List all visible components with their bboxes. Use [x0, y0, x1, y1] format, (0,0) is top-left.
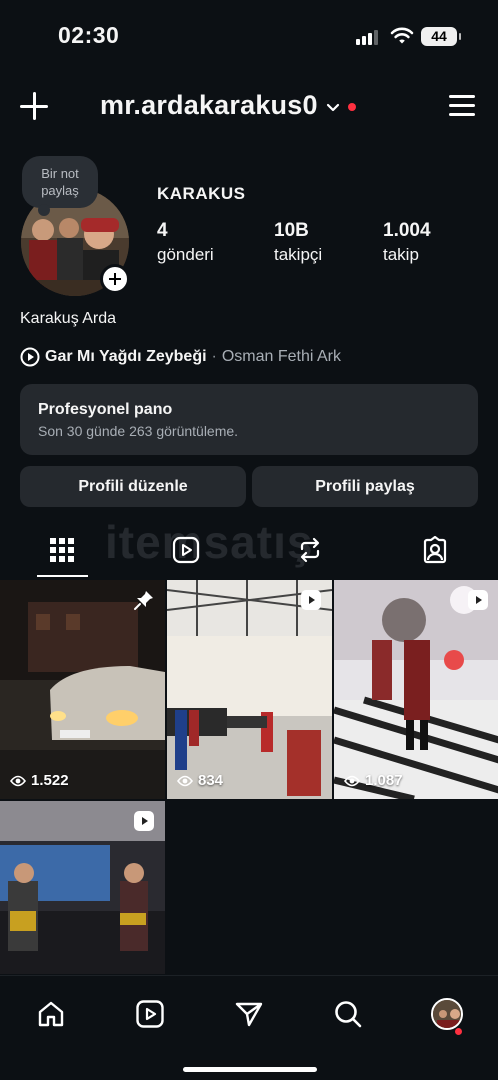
stat-following[interactable]: 1.004 takip — [383, 220, 431, 265]
grid-post[interactable]: 1.087 — [334, 580, 498, 799]
display-name: KARAKUS — [157, 184, 246, 203]
username: mr.ardakarakus0 — [100, 90, 318, 120]
post-views-count: 1.522 — [31, 772, 69, 789]
post-thumbnail — [334, 580, 498, 799]
search-icon — [335, 1001, 362, 1028]
reels-icon — [172, 536, 200, 564]
send-icon — [235, 1002, 263, 1027]
post-views: 834 — [177, 772, 223, 789]
notification-dot — [347, 102, 356, 111]
eye-icon — [344, 775, 360, 786]
grid-post[interactable] — [0, 801, 165, 974]
tagged-icon — [423, 536, 447, 564]
play-circle-icon — [20, 347, 40, 367]
eye-icon — [177, 775, 193, 786]
stat-following-value: 1.004 — [383, 220, 431, 241]
post-views-count: 1.087 — [365, 772, 403, 789]
reposts-icon — [300, 537, 320, 563]
note-label: Bir not paylaş — [41, 166, 79, 198]
profile-avatar-icon — [431, 998, 463, 1030]
profile-header: mr.ardakarakus0 — [0, 80, 498, 136]
music-separator: · — [211, 348, 217, 365]
home-icon — [38, 1001, 64, 1027]
stat-following-label: takip — [383, 245, 419, 264]
music-artist: Osman Fethi Ark — [221, 348, 342, 365]
tab-tagged[interactable] — [395, 522, 475, 578]
nav-messages[interactable] — [224, 989, 274, 1039]
chevron-down-icon — [326, 103, 339, 111]
post-views: 1.087 — [344, 772, 403, 789]
grid-icon — [50, 538, 74, 562]
nav-search[interactable] — [323, 989, 373, 1039]
wifi-icon — [390, 27, 414, 44]
post-thumbnail — [0, 580, 165, 799]
grid-post[interactable]: 1.522 — [0, 580, 165, 799]
full-name: Karakuş Arda — [20, 310, 117, 327]
music-title: Gar Mı Yağdı Zeybeği — [45, 348, 207, 365]
create-plus-icon[interactable] — [20, 92, 50, 122]
pin-icon — [134, 591, 153, 610]
tab-reels[interactable] — [146, 522, 226, 578]
dashboard-title: Profesyonel pano — [38, 401, 173, 418]
note-bubble[interactable]: Bir not paylaş — [22, 156, 98, 216]
stat-posts-label: gönderi — [157, 245, 214, 264]
grid-post[interactable]: 834 — [167, 580, 332, 799]
nav-home[interactable] — [26, 989, 76, 1039]
menu-icon[interactable] — [449, 95, 475, 117]
bottom-navigation — [0, 975, 498, 1080]
stat-followers[interactable]: 10B takipçi — [274, 220, 322, 265]
reel-icon — [134, 811, 154, 831]
reels-icon — [136, 1000, 164, 1028]
status-time: 02:30 — [58, 22, 120, 48]
status-bar: 02:30 44 — [0, 0, 498, 72]
cellular-signal-icon — [356, 29, 382, 45]
stat-posts[interactable]: 4 gönderi — [157, 220, 214, 265]
nav-reels[interactable] — [125, 989, 175, 1039]
battery-icon: 44 — [421, 27, 461, 46]
edit-profile-button[interactable]: Profili düzenle — [20, 466, 246, 507]
eye-icon — [10, 775, 26, 786]
profile-tabs — [0, 522, 498, 578]
nav-profile[interactable] — [422, 989, 472, 1039]
share-profile-button[interactable]: Profili paylaş — [252, 466, 478, 507]
professional-dashboard[interactable]: Profesyonel pano Son 30 günde 263 görünt… — [20, 384, 478, 455]
tab-posts[interactable] — [22, 522, 102, 578]
add-story-button[interactable] — [100, 264, 130, 294]
stat-posts-value: 4 — [157, 220, 168, 241]
dashboard-subtitle: Son 30 günde 263 görüntüleme. — [38, 423, 239, 439]
home-indicator[interactable] — [183, 1067, 317, 1072]
post-thumbnail — [167, 580, 332, 799]
stat-followers-label: takipçi — [274, 245, 323, 264]
post-views-count: 834 — [198, 772, 224, 789]
post-views: 1.522 — [10, 772, 69, 789]
reel-icon — [468, 590, 488, 610]
notification-dot — [455, 1028, 462, 1035]
active-tab-indicator — [37, 575, 88, 577]
account-switcher[interactable]: mr.ardakarakus0 — [100, 90, 356, 121]
reel-icon — [301, 590, 321, 610]
profile-music[interactable]: Gar Mı Yağdı Zeybeği · Osman Fethi Ark — [20, 347, 341, 367]
stat-followers-value: 10B — [274, 220, 309, 241]
tab-reposts[interactable] — [270, 522, 350, 578]
